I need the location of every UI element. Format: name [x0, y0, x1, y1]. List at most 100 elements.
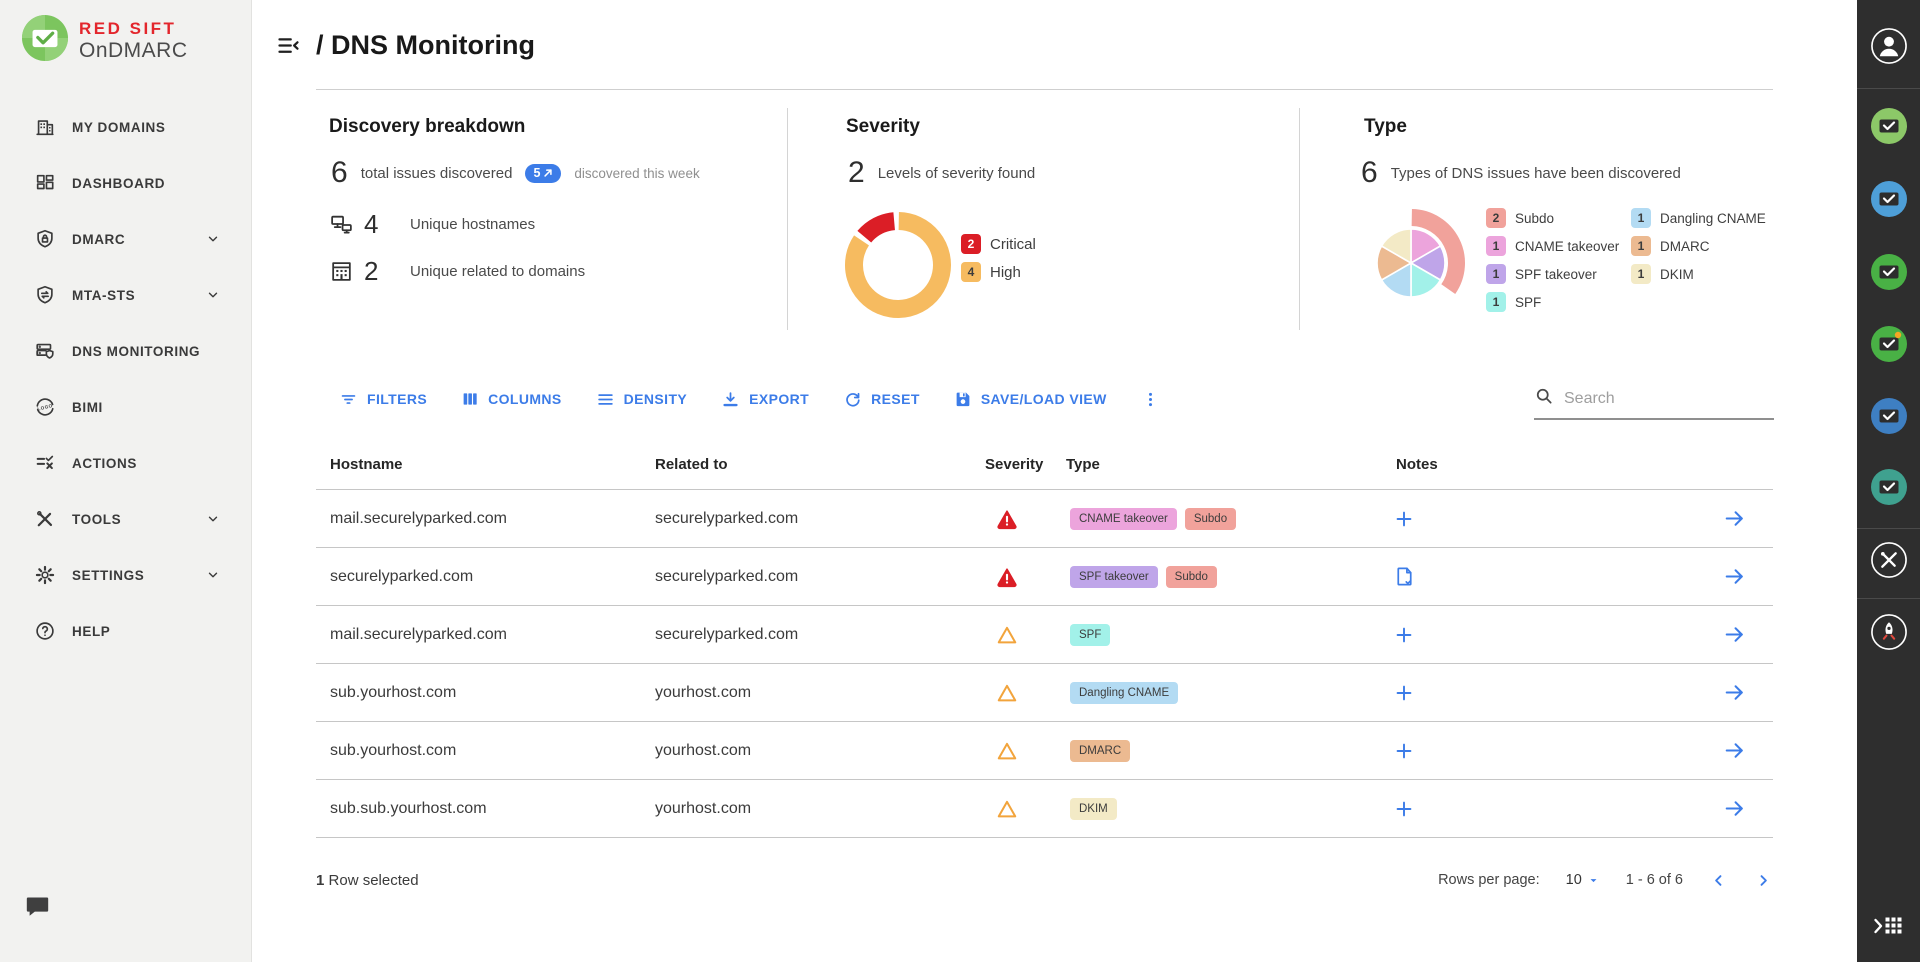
total-issues-value: 6: [331, 156, 348, 190]
table-row[interactable]: mail.securelyparked.comsecurelyparked.co…: [316, 606, 1773, 664]
add-note-button[interactable]: [1393, 682, 1500, 704]
sidebar-item-bimi[interactable]: LOGO BIMI: [0, 379, 251, 435]
severity-count-label: Levels of severity found: [878, 165, 1036, 182]
row-detail-arrow-button[interactable]: [1722, 738, 1747, 763]
severity-legend-item-high: 4High: [961, 262, 1036, 282]
app-flash-icon[interactable]: [1870, 397, 1908, 435]
app-radar-icon[interactable]: [1870, 468, 1908, 506]
hostname-cell: mail.securelyparked.com: [316, 626, 655, 644]
legend-count-badge: 1: [1486, 236, 1506, 256]
week-label: discovered this week: [574, 166, 699, 181]
week-badge: 5: [525, 164, 561, 183]
severity-count: 2: [848, 156, 865, 190]
chevron-down-icon[interactable]: [206, 232, 220, 249]
brand-line2: OnDMARC: [79, 39, 188, 62]
type-count: 6: [1361, 156, 1378, 190]
column-header-related-to[interactable]: Related to: [655, 456, 985, 473]
export-button[interactable]: EXPORT: [721, 390, 809, 409]
type-chip: CNAME takeover: [1070, 508, 1177, 530]
svg-text:LOGO: LOGO: [37, 403, 53, 412]
reset-icon: [843, 390, 862, 409]
chevron-down-icon[interactable]: [206, 288, 220, 305]
search-box: [1534, 386, 1774, 420]
sidebar-item-mta-sts[interactable]: MTA-STS: [0, 267, 251, 323]
row-detail-arrow-button[interactable]: [1722, 622, 1747, 647]
help-icon: [34, 620, 56, 642]
chat-bubble-icon[interactable]: [24, 893, 51, 923]
sidebar-item-tools[interactable]: TOOLS: [0, 491, 251, 547]
sidebar-item-dashboard[interactable]: DASHBOARD: [0, 155, 251, 211]
type-legend-item-spf: 1SPF: [1486, 292, 1619, 312]
tools-circle-icon[interactable]: [1870, 542, 1907, 579]
add-note-button[interactable]: [1393, 624, 1500, 646]
table-row[interactable]: sub.yourhost.comyourhost.comDangling CNA…: [316, 664, 1773, 722]
sidebar: RED SIFT OnDMARC MY DOMAINSDASHBOARDDMAR…: [0, 0, 252, 962]
more-options-button[interactable]: [1141, 390, 1160, 409]
row-detail-arrow-button[interactable]: [1722, 680, 1747, 705]
column-header-severity[interactable]: Severity: [985, 456, 1066, 473]
sidebar-item-label: DNS MONITORING: [72, 344, 200, 359]
sidebar-item-dns-monitoring[interactable]: DNS MONITORING: [0, 323, 251, 379]
legend-count-badge: 4: [961, 262, 981, 282]
save-load-view-button[interactable]: SAVE/LOAD VIEW: [954, 390, 1107, 408]
rows-selected-text: 1 Row selected: [316, 872, 419, 889]
rocket-circle-icon[interactable]: [1870, 614, 1907, 651]
chevron-down-icon[interactable]: [206, 568, 220, 585]
app-globe-check-icon[interactable]: [1870, 180, 1908, 218]
save-icon: [954, 390, 972, 408]
sidebar-item-help[interactable]: HELP: [0, 603, 251, 659]
row-detail-arrow-button[interactable]: [1722, 564, 1747, 589]
app-mail-crown-icon[interactable]: [1870, 325, 1908, 363]
sidebar-item-label: BIMI: [72, 400, 103, 415]
previous-page-button[interactable]: [1709, 871, 1728, 890]
sidebar-item-dmarc[interactable]: DMARC: [0, 211, 251, 267]
sidebar-item-actions[interactable]: ACTIONS: [0, 435, 251, 491]
export-icon: [721, 390, 740, 409]
app-ondmarc-icon[interactable]: [1870, 107, 1908, 145]
severity-legend-item-critical: 2Critical: [961, 234, 1036, 254]
severity-legend: 2Critical 4High: [961, 234, 1036, 282]
sidebar-item-my-domains[interactable]: MY DOMAINS: [0, 99, 251, 155]
app-mail-check-icon[interactable]: [1870, 253, 1908, 291]
add-note-button[interactable]: [1393, 798, 1500, 820]
type-chips-cell: SPF: [1070, 624, 1390, 646]
type-chip: Subdo: [1185, 508, 1236, 530]
table-row[interactable]: securelyparked.comsecurelyparked.comSPF …: [316, 548, 1773, 606]
column-header-type[interactable]: Type: [1066, 456, 1390, 473]
column-header-hostname[interactable]: Hostname: [316, 456, 655, 473]
mta-sts-shield-icon: [34, 284, 56, 306]
columns-icon: [461, 390, 479, 408]
rows-per-page-select[interactable]: 10: [1566, 872, 1600, 888]
rail-divider: [1857, 528, 1920, 529]
severity-high-icon: [996, 624, 1018, 646]
table-row[interactable]: mail.securelyparked.comsecurelyparked.co…: [316, 490, 1773, 548]
row-detail-arrow-button[interactable]: [1722, 506, 1747, 531]
sidebar-item-label: HELP: [72, 624, 110, 639]
table-row[interactable]: sub.yourhost.comyourhost.comDMARC: [316, 722, 1773, 780]
next-page-button[interactable]: [1754, 871, 1773, 890]
columns-button[interactable]: COLUMNS: [461, 390, 562, 408]
kebab-menu-icon: [1141, 390, 1160, 409]
apps-grid-icon[interactable]: [1873, 915, 1904, 938]
sidebar-item-settings[interactable]: SETTINGS: [0, 547, 251, 603]
total-issues-line: 6 total issues discovered 5 discovered t…: [331, 156, 700, 190]
table-row[interactable]: sub.sub.yourhost.comyourhost.comDKIM: [316, 780, 1773, 838]
related-to-cell: securelyparked.com: [655, 568, 985, 586]
reset-button[interactable]: RESET: [843, 390, 920, 409]
note-added-button[interactable]: [1393, 565, 1500, 588]
filters-button[interactable]: FILTERS: [339, 390, 427, 409]
type-chip: Subdo: [1166, 566, 1217, 588]
search-input[interactable]: [1564, 390, 1774, 408]
sidebar-collapse-button[interactable]: [275, 32, 302, 62]
related-to-cell: yourhost.com: [655, 742, 985, 760]
column-header-notes[interactable]: Notes: [1390, 456, 1500, 473]
density-button[interactable]: DENSITY: [596, 390, 687, 409]
sidebar-item-label: MTA-STS: [72, 288, 135, 303]
add-note-button[interactable]: [1393, 740, 1500, 762]
sidebar-nav: MY DOMAINSDASHBOARDDMARC MTA-STS DNS MONIT…: [0, 99, 251, 659]
chevron-down-icon[interactable]: [206, 512, 220, 529]
row-detail-arrow-button[interactable]: [1722, 796, 1747, 821]
tools-icon: [34, 508, 56, 530]
account-avatar-icon[interactable]: [1870, 28, 1907, 65]
add-note-button[interactable]: [1393, 508, 1500, 530]
